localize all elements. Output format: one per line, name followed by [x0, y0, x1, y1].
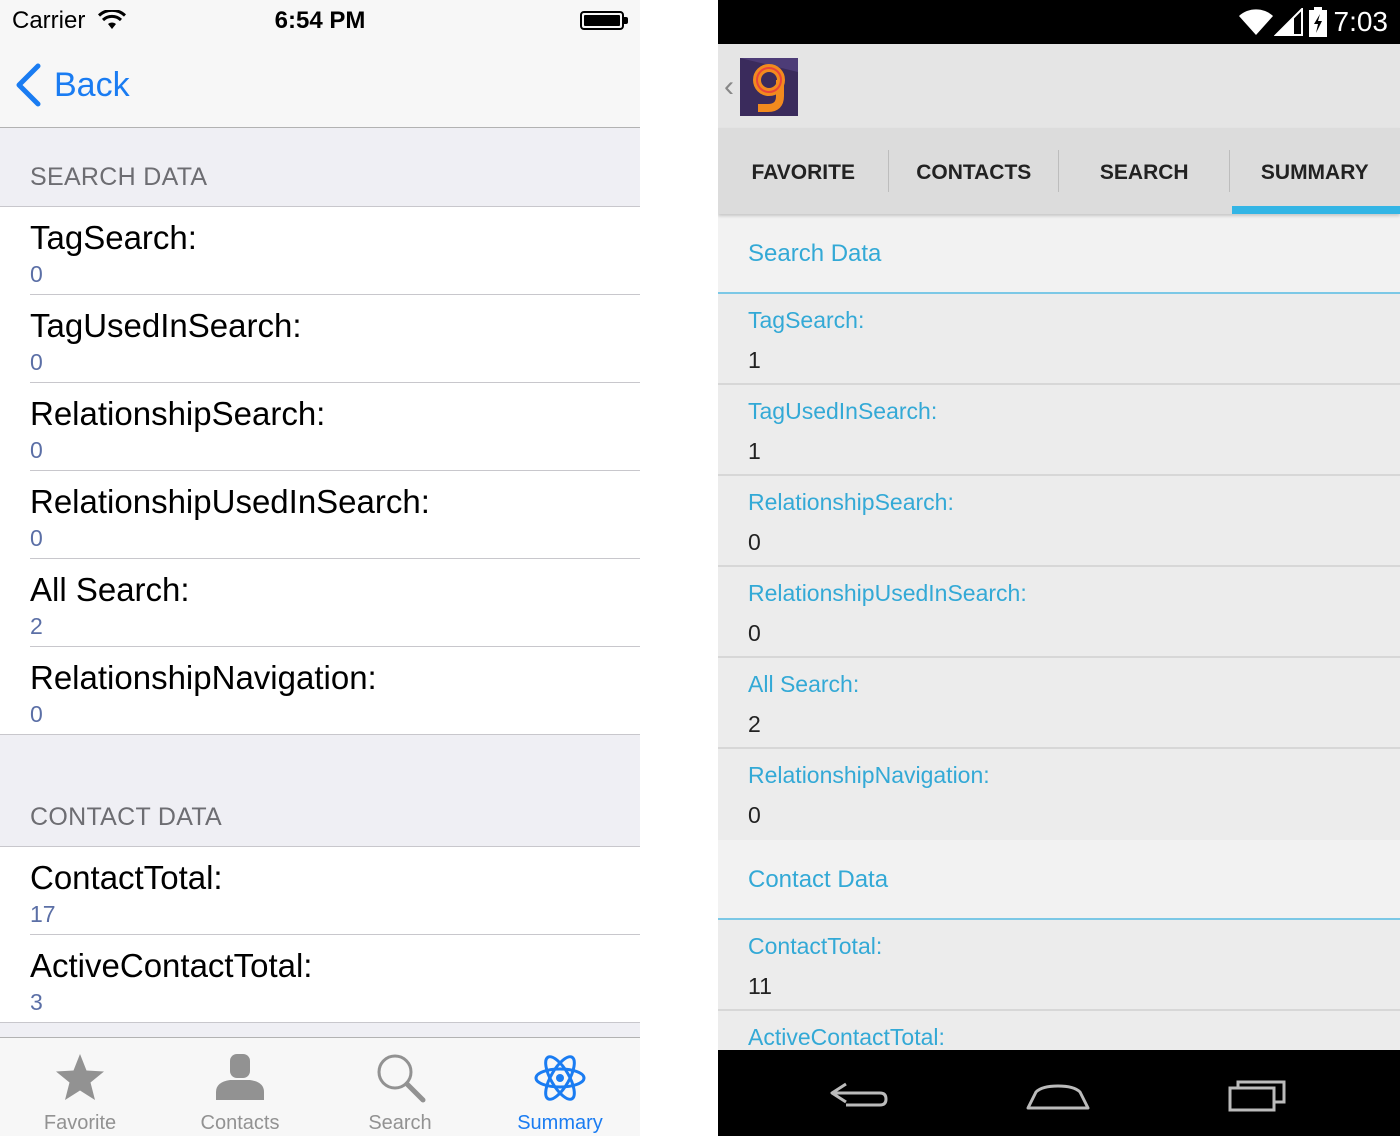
back-icon[interactable]	[828, 1074, 892, 1114]
section-header-search: SEARCH DATA	[0, 129, 640, 207]
row-title: RelationshipNavigation:	[748, 762, 990, 788]
row-value: 11	[748, 973, 772, 999]
android-status-bar: 7:03	[718, 0, 1400, 44]
tab-favorite[interactable]: FAVORITE	[718, 128, 889, 214]
list-item[interactable]: All Search: 2	[718, 658, 1400, 749]
tab-search[interactable]: Search	[320, 1038, 480, 1136]
row-title: ActiveContactTotal:	[30, 947, 313, 984]
android-tabs: FAVORITE CONTACTS SEARCH SUMMARY	[718, 128, 1400, 214]
list-item[interactable]: RelationshipUsedInSearch: 0	[718, 567, 1400, 658]
android-nav-bar	[718, 1050, 1400, 1136]
ios-status-bar: Carrier 6:54 PM	[0, 0, 640, 40]
star-icon	[56, 1054, 104, 1100]
row-title: RelationshipSearch:	[748, 489, 954, 515]
up-caret-icon[interactable]: ‹	[724, 70, 734, 104]
row-value: 0	[30, 437, 43, 463]
battery-charging-icon	[1309, 7, 1327, 37]
tab-summary[interactable]: SUMMARY	[1230, 128, 1400, 214]
section-header-contact: Contact Data	[718, 840, 1400, 920]
row-title: RelationshipNavigation:	[30, 659, 377, 696]
row-value: 1	[748, 438, 761, 464]
table-row[interactable]: ActiveContactTotal: 3	[0, 935, 640, 1023]
list-item[interactable]: RelationshipSearch: 0	[718, 476, 1400, 567]
magnifier-icon	[377, 1054, 426, 1103]
row-value: 0	[30, 261, 43, 287]
row-value: 0	[748, 802, 761, 828]
table-row[interactable]: TagSearch: 0	[0, 207, 640, 295]
row-title: TagSearch:	[30, 219, 197, 256]
tab-contacts[interactable]: Contacts	[160, 1038, 320, 1136]
row-title: ContactTotal:	[748, 933, 883, 959]
atom-icon	[534, 1055, 586, 1101]
row-title: ActiveContactTotal:	[748, 1024, 945, 1050]
row-value: 0	[748, 620, 761, 646]
clock: 6:54 PM	[274, 7, 366, 34]
home-icon[interactable]	[1026, 1074, 1090, 1114]
ios-nav-bar: Back	[0, 40, 640, 128]
row-title: RelationshipUsedInSearch:	[748, 580, 1027, 606]
recents-icon[interactable]	[1226, 1074, 1290, 1114]
tab-contacts[interactable]: CONTACTS	[889, 128, 1059, 214]
row-value: 1	[748, 347, 761, 373]
table-row[interactable]: RelationshipUsedInSearch: 0	[0, 471, 640, 559]
app-logo[interactable]	[740, 58, 798, 116]
table-row[interactable]: All Search: 2	[0, 559, 640, 647]
android-list[interactable]: Search Data TagSearch: 1 TagUsedInSearch…	[718, 214, 1400, 1050]
back-button[interactable]: Back	[14, 62, 130, 108]
back-label: Back	[54, 65, 130, 104]
row-value: 2	[748, 711, 761, 737]
signal-icon	[1274, 8, 1303, 36]
clock: 7:03	[1333, 6, 1389, 37]
chevron-left-icon	[16, 63, 41, 107]
row-title: ContactTotal:	[30, 859, 223, 896]
row-title: All Search:	[30, 571, 190, 608]
row-value: 17	[30, 901, 56, 927]
ios-tab-bar: Favorite Contacts Search Summary	[0, 1037, 640, 1136]
android-screen: 7:03 ‹ FAVORITE CONTACTS SEARCH SUMMARY	[718, 0, 1400, 1136]
row-title: All Search:	[748, 671, 860, 697]
wifi-icon	[1239, 9, 1273, 35]
tab-indicator	[1231, 206, 1400, 214]
tab-favorite[interactable]: Favorite	[0, 1038, 160, 1136]
row-title: TagUsedInSearch:	[748, 398, 938, 424]
row-value: 3	[30, 989, 43, 1015]
ios-table[interactable]: SEARCH DATA TagSearch: 0 TagUsedInSearch…	[0, 129, 640, 1037]
list-item[interactable]: RelationshipNavigation: 0	[718, 749, 1400, 840]
section-header-search: Search Data	[718, 214, 1400, 294]
battery-icon	[580, 11, 628, 30]
android-action-bar: ‹	[718, 44, 1400, 128]
row-value: 0	[30, 525, 43, 551]
table-row[interactable]: TagUsedInSearch: 0	[0, 295, 640, 383]
row-value: 0	[30, 701, 43, 727]
tab-summary[interactable]: Summary	[480, 1038, 640, 1136]
row-title: RelationshipSearch:	[30, 395, 326, 432]
list-item[interactable]: ContactTotal: 11	[718, 920, 1400, 1011]
list-item[interactable]: ActiveContactTotal:	[718, 1011, 1400, 1050]
ios-screen: Carrier 6:54 PM Back SEARCH DATA TagSear…	[0, 0, 640, 1136]
section-header-contact: CONTACT DATA	[0, 735, 640, 847]
row-title: TagUsedInSearch:	[30, 307, 302, 344]
tab-search[interactable]: SEARCH	[1059, 128, 1230, 214]
person-icon	[216, 1054, 264, 1100]
list-item[interactable]: TagUsedInSearch: 1	[718, 385, 1400, 476]
table-row[interactable]: RelationshipSearch: 0	[0, 383, 640, 471]
list-item[interactable]: TagSearch: 1	[718, 294, 1400, 385]
row-value: 0	[30, 349, 43, 375]
table-row[interactable]: ContactTotal: 17	[0, 847, 640, 935]
row-title: RelationshipUsedInSearch:	[30, 483, 430, 520]
table-row[interactable]: RelationshipNavigation: 0	[0, 647, 640, 735]
row-title: TagSearch:	[748, 307, 865, 333]
row-value: 0	[748, 529, 761, 555]
row-value: 2	[30, 613, 43, 639]
